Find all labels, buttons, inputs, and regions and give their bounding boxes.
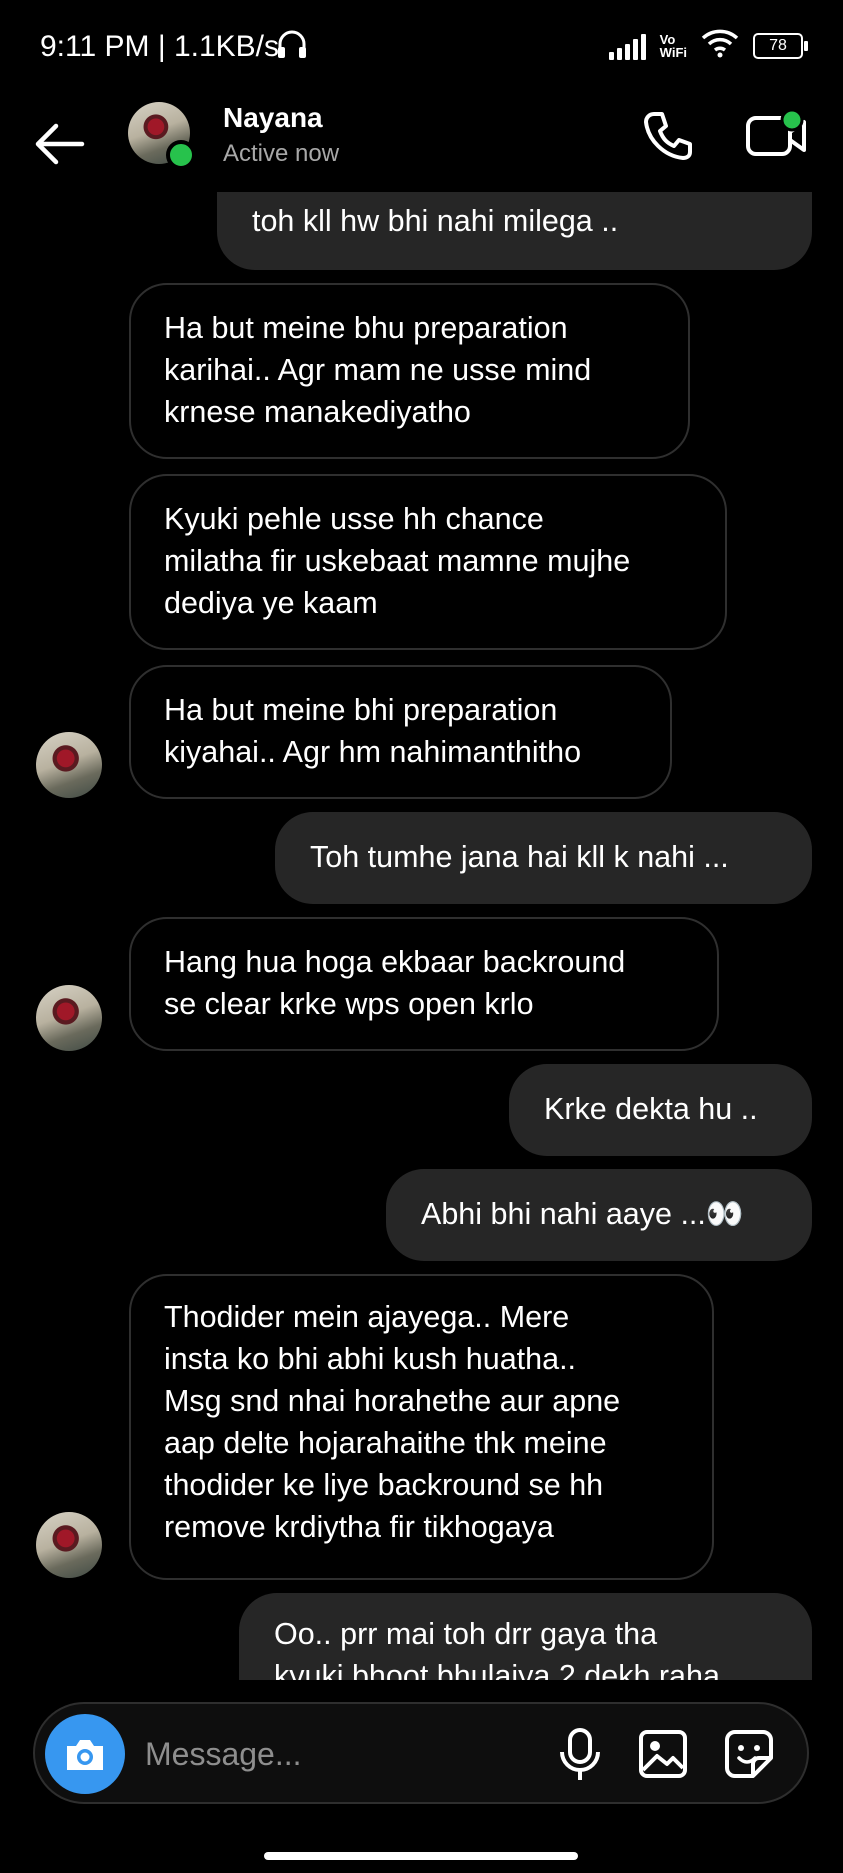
message-sent[interactable]: Oo.. prr mai toh drr gaya tha kyuki bhoo…: [239, 1593, 812, 1680]
phone-call-icon[interactable]: [640, 108, 696, 164]
back-arrow-icon[interactable]: [30, 116, 90, 172]
message-sent[interactable]: Hai kll toh school mei function hai toh …: [217, 192, 812, 270]
message-received[interactable]: Ha but meine bhu preparation karihai.. A…: [129, 283, 690, 459]
message-received[interactable]: Thodider mein ajayega.. Mere insta ko bh…: [129, 1274, 714, 1580]
camera-icon: [63, 1734, 107, 1779]
message-sent[interactable]: Krke dekta hu ..: [509, 1064, 812, 1156]
status-bar: 9:11 PM | 1.1KB/s Vo WiFi 78: [0, 0, 843, 96]
status-time: 9:11 PM | 1.1KB/s: [40, 30, 280, 63]
sender-avatar[interactable]: [36, 1512, 102, 1578]
sender-avatar[interactable]: [36, 985, 102, 1051]
camera-button[interactable]: [45, 1714, 125, 1794]
message-received[interactable]: Ha but meine bhi preparation kiyahai.. A…: [129, 665, 672, 799]
sticker-icon[interactable]: [719, 1726, 779, 1784]
message-list[interactable]: Hai kll toh school mei function hai toh …: [0, 192, 843, 1680]
gallery-icon[interactable]: [633, 1726, 693, 1784]
message-received[interactable]: Kyuki pehle usse hh chance milatha fir u…: [129, 474, 727, 650]
video-call-icon[interactable]: [744, 108, 810, 164]
message-received[interactable]: Hang hua hoga ekbaar backround se clear …: [129, 917, 719, 1051]
online-indicator: [166, 140, 196, 170]
message-input[interactable]: [143, 1728, 547, 1780]
wifi-icon: [701, 28, 739, 63]
cellular-signal-icon: [608, 32, 646, 60]
message-sent[interactable]: Abhi bhi nahi aaye ...👀: [386, 1169, 812, 1261]
battery-indicator: 78: [753, 32, 808, 59]
contact-name[interactable]: Nayana: [223, 102, 323, 134]
sender-avatar[interactable]: [36, 732, 102, 798]
headphones-icon: [275, 28, 309, 65]
message-sent[interactable]: Toh tumhe jana hai kll k nahi ...: [275, 812, 812, 904]
vowifi-indicator: Vo WiFi: [659, 31, 687, 60]
home-indicator[interactable]: [264, 1852, 578, 1860]
microphone-icon[interactable]: [550, 1726, 610, 1784]
message-composer: [33, 1702, 809, 1804]
chat-header: Nayana Active now: [0, 96, 843, 192]
contact-status: Active now: [223, 140, 340, 167]
